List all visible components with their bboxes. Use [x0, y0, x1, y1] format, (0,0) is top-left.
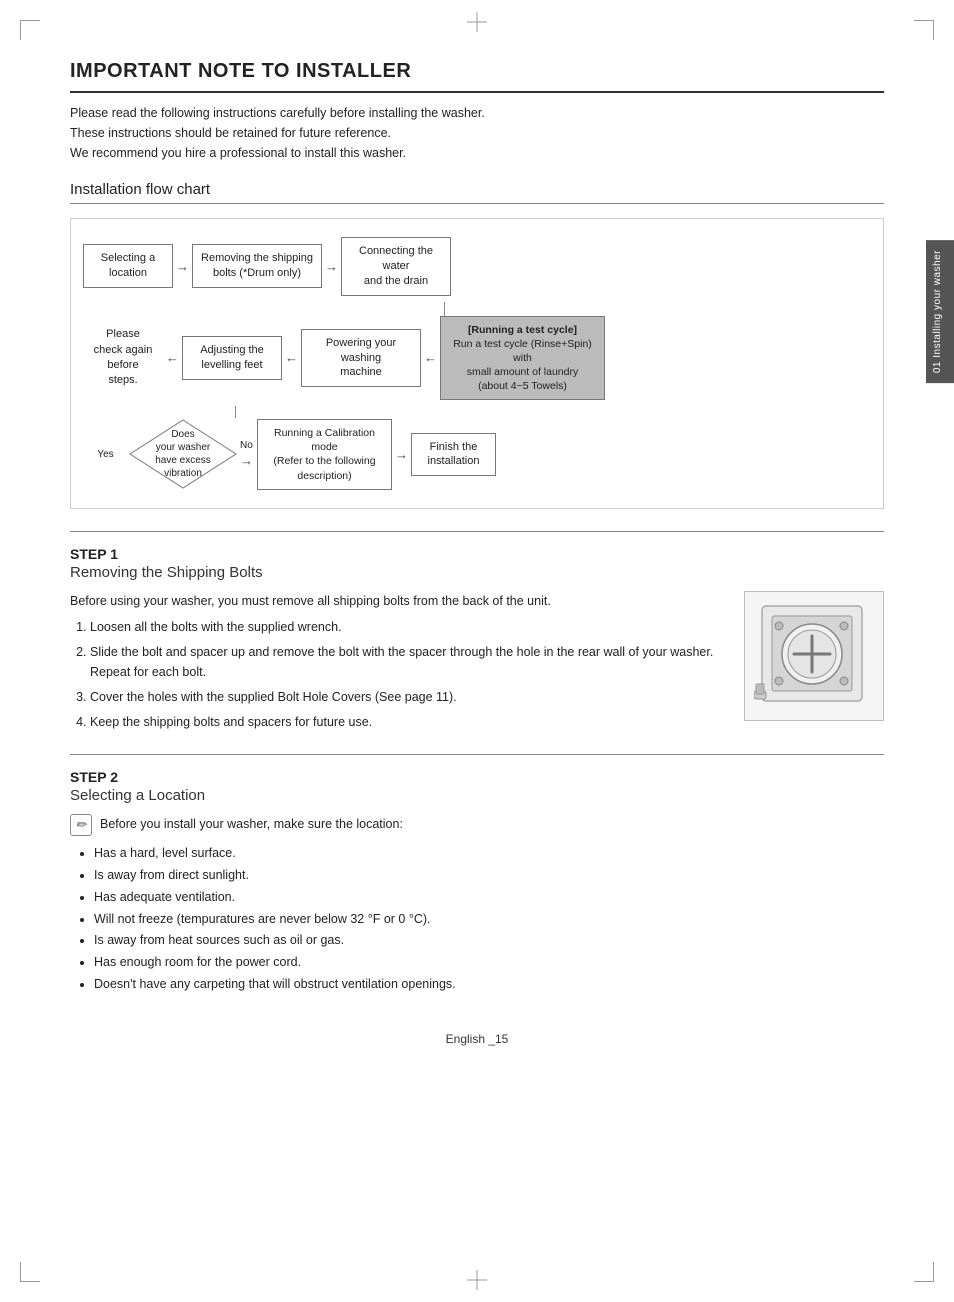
corner-mark-br	[914, 1262, 934, 1282]
flow-box-test-cycle: [Running a test cycle]Run a test cycle (…	[440, 316, 605, 401]
step-1-number: STEP 1	[70, 546, 884, 562]
flow-box-removing: Removing the shippingbolts (*Drum only)	[192, 244, 322, 288]
flow-label-yes: Yes	[97, 449, 113, 460]
flow-arrow-4: ←	[285, 350, 298, 365]
page-wrapper: 01 Installing your washer IMPORTANT NOTE…	[0, 0, 954, 1302]
side-tab: 01 Installing your washer	[926, 240, 954, 383]
flow-row-3: Yes Doesyour washerhave excess vibration…	[83, 418, 871, 490]
flow-vert-connector-1	[83, 302, 871, 316]
flow-box-connecting: Connecting the waterand the drain	[341, 237, 451, 296]
flow-box-selecting: Selecting alocation	[83, 244, 173, 288]
step-1-text: Before using your washer, you must remov…	[70, 591, 728, 738]
bullet-item-1: Has a hard, level surface.	[94, 844, 884, 863]
step-2-title: Selecting a Location	[70, 787, 884, 804]
flow-chart-container: Selecting alocation → Removing the shipp…	[83, 237, 871, 490]
flow-box-adjusting: Adjusting thelevelling feet	[182, 336, 282, 380]
step-1-item-3: Cover the holes with the supplied Bolt H…	[90, 687, 728, 707]
page-footer: English _15	[70, 1024, 884, 1046]
flow-arrow-1: →	[176, 259, 189, 274]
flow-chart: Selecting alocation → Removing the shipp…	[70, 218, 884, 509]
step-2-number: STEP 2	[70, 769, 884, 785]
flow-box-finish: Finish theinstallation	[411, 433, 496, 477]
washer-diagram-svg	[754, 596, 874, 716]
bullet-item-5: Is away from heat sources such as oil or…	[94, 931, 884, 950]
flow-box-powering: Powering your washingmachine	[301, 329, 421, 388]
bullet-item-2: Is away from direct sunlight.	[94, 866, 884, 885]
step-2-note: Before you install your washer, make sur…	[100, 814, 403, 834]
step-1-content: Before using your washer, you must remov…	[70, 591, 884, 738]
flow-box-calibration: Running a Calibration mode(Refer to the …	[257, 419, 392, 490]
bullet-item-7: Doesn't have any carpeting that will obs…	[94, 975, 884, 994]
flow-vert-bar-1	[444, 302, 445, 316]
step-1-item-4: Keep the shipping bolts and spacers for …	[90, 712, 728, 732]
page-title: IMPORTANT NOTE TO INSTALLER	[70, 60, 884, 93]
corner-mark-tl	[20, 20, 40, 40]
bullet-item-3: Has adequate ventilation.	[94, 888, 884, 907]
step-1-intro: Before using your washer, you must remov…	[70, 591, 728, 611]
flow-chart-title: Installation flow chart	[70, 181, 884, 204]
intro-line-2: These instructions should be retained fo…	[70, 123, 884, 143]
step-1-item-2: Slide the bolt and spacer up and remove …	[90, 642, 728, 682]
flow-diamond-wrap: Doesyour washerhave excess vibrationor n…	[128, 418, 238, 490]
corner-mark-bl	[20, 1262, 40, 1282]
washer-image	[744, 591, 884, 721]
bullet-item-6: Has enough room for the power cord.	[94, 953, 884, 972]
flow-arrow-7: →	[395, 447, 408, 462]
step-2-section: STEP 2 Selecting a Location ✏ Before you…	[70, 754, 884, 993]
flow-spacer-left	[83, 302, 417, 316]
step-1-item-1: Loosen all the bolts with the supplied w…	[90, 617, 728, 637]
flow-arrow-2: →	[325, 259, 338, 274]
flow-row-2: Pleasecheck againbeforesteps. ← Adjustin…	[83, 316, 871, 401]
flow-diamond-svg: Doesyour washerhave excess vibrationor n…	[128, 418, 238, 490]
step-1-section: STEP 1 Removing the Shipping Bolts Befor…	[70, 531, 884, 738]
flow-arrow-3: ←	[166, 350, 179, 365]
intro-section: Please read the following instructions c…	[70, 103, 884, 163]
corner-mark-tr	[914, 20, 934, 40]
note-icon: ✏	[70, 814, 92, 836]
step-1-title: Removing the Shipping Bolts	[70, 564, 884, 581]
intro-line-3: We recommend you hire a professional to …	[70, 143, 884, 163]
flow-vert-connector-2	[83, 406, 871, 418]
flow-arrow-5: ←	[424, 350, 437, 365]
step-1-list: Loosen all the bolts with the supplied w…	[70, 617, 728, 732]
crosshair-top	[467, 12, 487, 32]
step-2-body: ✏ Before you install your washer, make s…	[70, 814, 884, 993]
page-number: English _15	[446, 1032, 509, 1046]
bullet-item-4: Will not freeze (tempuratures are never …	[94, 910, 884, 929]
flow-label-no: No	[240, 440, 253, 451]
step-2-bullet-list: Has a hard, level surface. Is away from …	[70, 844, 884, 993]
intro-line-1: Please read the following instructions c…	[70, 103, 884, 123]
flow-box-please-check: Pleasecheck againbeforesteps.	[83, 323, 163, 393]
flow-vert-line-1	[417, 302, 472, 316]
note-box: ✏ Before you install your washer, make s…	[70, 814, 884, 836]
flow-row-1: Selecting alocation → Removing the shipp…	[83, 237, 871, 296]
flow-arrow-6: →	[240, 453, 253, 468]
crosshair-bottom	[467, 1270, 487, 1290]
